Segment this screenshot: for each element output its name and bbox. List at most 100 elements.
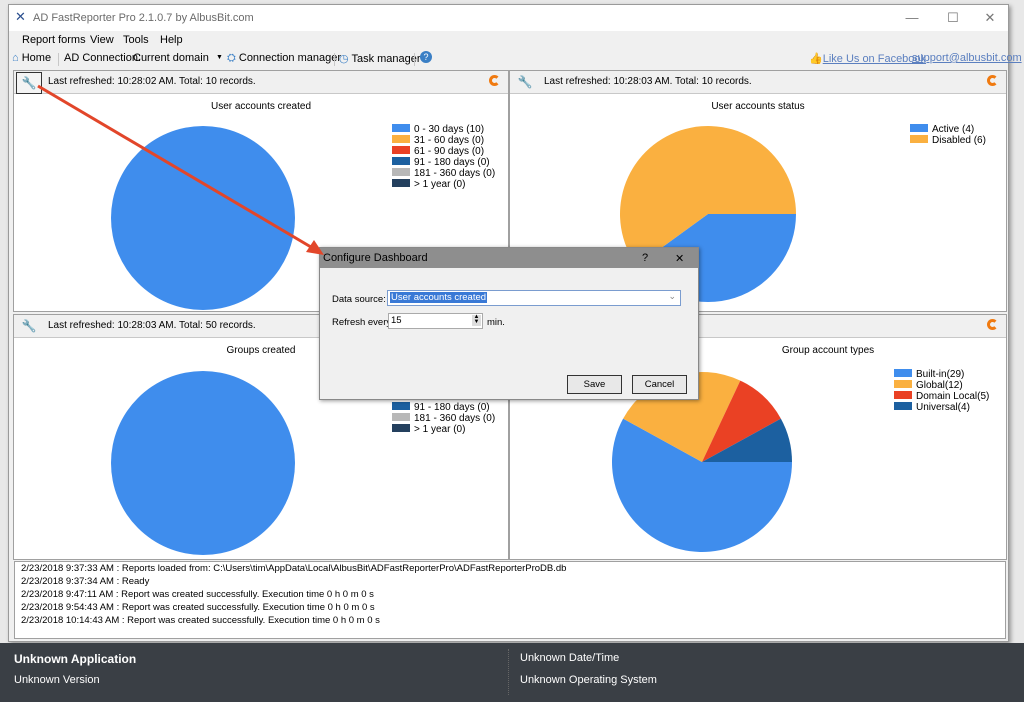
menu-help[interactable]: Help bbox=[160, 34, 183, 46]
legend-item: Built-in(29) bbox=[894, 369, 989, 380]
legend-label: 91 - 180 days (0) bbox=[414, 402, 490, 413]
legend-item: 181 - 360 days (0) bbox=[392, 413, 495, 424]
configure-wrench-icon[interactable]: 🔧 bbox=[16, 72, 42, 94]
legend-swatch bbox=[392, 424, 410, 432]
legend-swatch bbox=[392, 168, 410, 176]
menu-report-forms[interactable]: Report forms bbox=[22, 34, 86, 46]
maximize-button[interactable]: ☐ bbox=[938, 8, 968, 28]
legend-swatch bbox=[910, 124, 928, 132]
legend-item: > 1 year (0) bbox=[392, 424, 495, 435]
log-output[interactable]: 2/23/2018 9:37:33 AM : Reports loaded fr… bbox=[14, 561, 1006, 639]
minimize-button[interactable]: — bbox=[897, 8, 927, 28]
panel-status: Last refreshed: 10:28:03 AM. Total: 50 r… bbox=[48, 320, 256, 331]
legend-swatch bbox=[894, 402, 912, 410]
legend-label: > 1 year (0) bbox=[414, 424, 466, 435]
ad-connection-select[interactable]: Current domain ▼ bbox=[133, 52, 223, 64]
connection-manager-button[interactable]: ⛭ Connection manager bbox=[227, 52, 341, 65]
footer-datetime: Unknown Date/Time bbox=[520, 652, 620, 664]
separator bbox=[414, 53, 415, 66]
legend-label: 31 - 60 days (0) bbox=[414, 135, 485, 146]
legend-item: Global(12) bbox=[894, 380, 989, 391]
log-line: 2/23/2018 9:37:33 AM : Reports loaded fr… bbox=[21, 563, 567, 574]
legend-item: Active (4) bbox=[910, 124, 986, 135]
legend-swatch bbox=[392, 157, 410, 165]
chevron-down-icon: ▼ bbox=[216, 54, 223, 61]
legend-label: 61 - 90 days (0) bbox=[414, 146, 485, 157]
legend-item: Disabled (6) bbox=[910, 135, 986, 146]
legend-item: 61 - 90 days (0) bbox=[392, 146, 495, 157]
panel-header: 🔧 Last refreshed: 10:28:02 AM. Total: 10… bbox=[14, 71, 508, 94]
refresh-interval-value: 15 bbox=[391, 315, 402, 326]
chart-legend: Active (4) Disabled (6) bbox=[910, 124, 986, 146]
legend-swatch bbox=[910, 135, 928, 143]
cancel-button[interactable]: Cancel bbox=[632, 375, 687, 394]
title-bar: ✕ AD FastReporter Pro 2.1.0.7 by AlbusBi… bbox=[9, 5, 1008, 31]
thumbs-up-icon: 👍 bbox=[809, 53, 823, 65]
legend-item: Domain Local(5) bbox=[894, 391, 989, 402]
dialog-title: Configure Dashboard bbox=[323, 252, 428, 264]
refresh-icon[interactable] bbox=[987, 319, 998, 330]
legend-swatch bbox=[392, 413, 410, 421]
dialog-title-bar: Configure Dashboard ? ✕ bbox=[320, 248, 698, 268]
legend-label: Active (4) bbox=[932, 124, 975, 135]
legend-swatch bbox=[894, 391, 912, 399]
legend-item: 91 - 180 days (0) bbox=[392, 157, 495, 168]
spin-arrows-icon[interactable]: ▲ ▼ bbox=[472, 314, 481, 326]
refresh-icon[interactable] bbox=[489, 75, 500, 86]
log-line: 2/23/2018 9:54:43 AM : Report was create… bbox=[21, 602, 375, 613]
legend-label: > 1 year (0) bbox=[414, 179, 466, 190]
data-source-label: Data source: bbox=[332, 294, 386, 305]
support-email-link[interactable]: support@albusbit.com bbox=[912, 52, 1022, 64]
legend-item: 181 - 360 days (0) bbox=[392, 168, 495, 179]
legend-item: 31 - 60 days (0) bbox=[392, 135, 495, 146]
help-icon[interactable]: ? bbox=[420, 51, 432, 63]
panel-header: 🔧 Last refreshed: 10:28:03 AM. Total: 10… bbox=[510, 71, 1006, 94]
configure-wrench-icon[interactable]: 🔧 bbox=[19, 318, 39, 334]
close-button[interactable]: ✕ bbox=[975, 8, 1005, 28]
legend-item: > 1 year (0) bbox=[392, 179, 495, 190]
home-button[interactable]: ⌂ Home bbox=[12, 52, 51, 64]
pie-chart-user-accounts-created bbox=[111, 126, 295, 310]
window-title: AD FastReporter Pro 2.1.0.7 by AlbusBit.… bbox=[33, 12, 254, 24]
footer-app: Unknown Application bbox=[14, 652, 137, 666]
legend-swatch bbox=[392, 124, 410, 132]
legend-label: Disabled (6) bbox=[932, 135, 986, 146]
panel-status: Last refreshed: 10:28:03 AM. Total: 10 r… bbox=[544, 76, 752, 87]
legend-label: 91 - 180 days (0) bbox=[414, 157, 490, 168]
legend-label: 181 - 360 days (0) bbox=[414, 168, 496, 179]
chart-legend: 0 - 30 days (10) 31 - 60 days (0) 61 - 90 … bbox=[392, 124, 495, 190]
dialog-close-button[interactable]: ✕ bbox=[675, 252, 684, 265]
chart-legend: Built-in(29) Global(12) Domain Local(5) Uni… bbox=[894, 369, 989, 413]
task-manager-button[interactable]: ◷ Task manager bbox=[339, 52, 421, 65]
refresh-interval-stepper[interactable]: 15 ▲ ▼ bbox=[388, 313, 483, 329]
menu-view[interactable]: View bbox=[90, 34, 114, 46]
legend-label: 181 - 360 days (0) bbox=[414, 413, 496, 424]
legend-swatch bbox=[392, 135, 410, 143]
separator bbox=[58, 53, 59, 66]
legend-item: 0 - 30 days (10) bbox=[392, 124, 495, 135]
separator bbox=[334, 53, 335, 66]
legend-label: Global(12) bbox=[916, 380, 963, 391]
legend-label: 0 - 30 days (10) bbox=[414, 124, 485, 135]
save-button[interactable]: Save bbox=[567, 375, 622, 394]
refresh-unit-label: min. bbox=[487, 317, 505, 328]
legend-label: Domain Local(5) bbox=[916, 391, 990, 402]
refresh-icon[interactable] bbox=[987, 75, 998, 86]
dialog-help-button[interactable]: ? bbox=[642, 252, 648, 264]
footer-info-bar: Unknown Application Unknown Version Unkn… bbox=[0, 643, 1024, 702]
configure-dashboard-dialog: Configure Dashboard ? ✕ Data source: Use… bbox=[319, 247, 699, 400]
pie-slice-0-30-days bbox=[111, 126, 295, 310]
refresh-every-label: Refresh every: bbox=[332, 317, 394, 328]
chart-title: User accounts created bbox=[210, 101, 312, 112]
ad-connection-label: AD Connection: bbox=[64, 52, 142, 64]
chart-legend: 91 - 180 days (0) 181 - 360 days (0) > 1 y… bbox=[392, 402, 495, 435]
facebook-link[interactable]: 👍Like Us on Facebook bbox=[809, 52, 926, 65]
data-source-select[interactable]: User accounts created ⌄ bbox=[387, 290, 681, 306]
legend-label: Universal(4) bbox=[916, 402, 970, 413]
home-icon: ⌂ bbox=[12, 52, 19, 64]
legend-swatch bbox=[894, 380, 912, 388]
panel-status: Last refreshed: 10:28:02 AM. Total: 10 r… bbox=[48, 76, 256, 87]
network-icon: ⛭ bbox=[227, 52, 236, 64]
configure-wrench-icon[interactable]: 🔧 bbox=[515, 74, 535, 90]
menu-tools[interactable]: Tools bbox=[123, 34, 149, 46]
